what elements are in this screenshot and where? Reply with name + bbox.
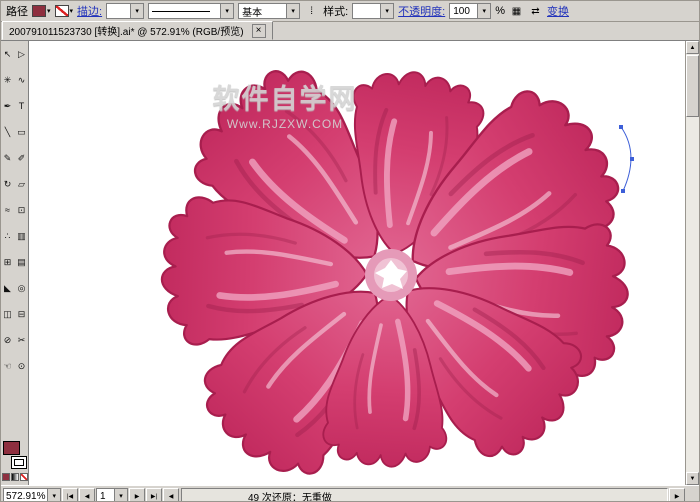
scroll-up-button[interactable]: ▲ bbox=[686, 41, 699, 54]
grid-icon[interactable]: ▦ bbox=[509, 4, 524, 19]
opacity-combo[interactable]: 100 ▾ bbox=[449, 3, 491, 19]
appearance-combo[interactable]: 基本 ▾ bbox=[238, 3, 300, 19]
gradient-mode-button[interactable] bbox=[11, 473, 19, 481]
swap-icon[interactable]: ⇄ bbox=[528, 4, 543, 19]
stroke-color-control[interactable]: ▾ bbox=[55, 5, 74, 17]
page-number-value: 1 bbox=[97, 491, 114, 502]
none-mode-button[interactable] bbox=[20, 473, 28, 481]
vertical-scrollbar[interactable]: ▲ ▼ bbox=[685, 41, 699, 485]
brush-definition-combo[interactable]: ▾ bbox=[148, 3, 234, 19]
pencil-tool[interactable]: ✐ bbox=[15, 145, 29, 171]
mesh-tool[interactable]: ⊞ bbox=[1, 249, 15, 275]
zoom-level-value: 572.91% bbox=[4, 491, 47, 502]
anchor-point[interactable] bbox=[619, 125, 623, 129]
illustrator-window: 路径 ▾ ▾ 描边: ▾ ▾ 基本 ▾ ⁞ 样式: ▾ 不透明度: 10 bbox=[0, 0, 700, 502]
magic-wand-tool[interactable]: ✳ bbox=[1, 67, 15, 93]
close-tab-button[interactable]: × bbox=[252, 24, 266, 38]
opacity-value: 100 bbox=[450, 6, 477, 17]
anchor-point[interactable] bbox=[630, 157, 634, 161]
stroke-weight-dropdown-arrow[interactable]: ▾ bbox=[130, 4, 143, 18]
paintbrush-tool[interactable]: ✎ bbox=[1, 145, 15, 171]
stroke-dropdown-arrow[interactable]: ▾ bbox=[70, 8, 74, 15]
type-tool[interactable]: T bbox=[15, 93, 29, 119]
last-page-button[interactable]: ▶| bbox=[146, 488, 162, 502]
brush-definition-dropdown-arrow[interactable]: ▾ bbox=[220, 4, 233, 18]
style-label: 样式: bbox=[323, 3, 348, 19]
selection-tool[interactable]: ↖ bbox=[1, 41, 15, 67]
rectangle-tool[interactable]: ▭ bbox=[15, 119, 29, 145]
zoom-tool[interactable]: ⊙ bbox=[15, 353, 29, 379]
appearance-dropdown-arrow[interactable]: ▾ bbox=[286, 4, 299, 18]
status-bar: 572.91% ▾ |◀ ◀ 1 ▾ ▶ ▶| ◀ 49 次还原：无重做 ▶ bbox=[1, 485, 699, 502]
fill-color-swatch[interactable] bbox=[32, 5, 46, 17]
scrollbar-corner bbox=[685, 487, 699, 502]
hscroll-left-button[interactable]: ◀ bbox=[163, 488, 179, 502]
zoom-level-combo[interactable]: 572.91% ▾ bbox=[3, 488, 61, 502]
transform-panel-link[interactable]: 变换 bbox=[547, 3, 569, 19]
live-paint-selection-tool[interactable]: ⊟ bbox=[15, 301, 29, 327]
blend-tool[interactable]: ◎ bbox=[15, 275, 29, 301]
color-mode-button[interactable] bbox=[2, 473, 10, 481]
previous-page-button[interactable]: ◀ bbox=[79, 488, 95, 502]
stroke-panel-link[interactable]: 描边: bbox=[77, 3, 102, 19]
fill-stroke-indicator[interactable] bbox=[2, 440, 28, 470]
options-dots-icon[interactable]: ⁞ bbox=[304, 4, 319, 19]
hand-tool[interactable]: ☜ bbox=[1, 353, 15, 379]
horizontal-scrollbar-track[interactable]: 49 次还原：无重做 bbox=[181, 488, 668, 502]
free-transform-tool[interactable]: ⊡ bbox=[15, 197, 29, 223]
stroke-color-swatch[interactable] bbox=[55, 5, 69, 17]
scale-tool[interactable]: ▱ bbox=[15, 171, 29, 197]
rotate-tool[interactable]: ↻ bbox=[1, 171, 15, 197]
gradient-tool[interactable]: ▤ bbox=[15, 249, 29, 275]
pen-tool[interactable]: ✒ bbox=[1, 93, 15, 119]
artboard-canvas[interactable]: 软件自学网 Www.RJZXW.COM bbox=[29, 41, 685, 485]
next-page-button[interactable]: ▶ bbox=[129, 488, 145, 502]
document-tab[interactable]: 200791011523730 [转换].ai* @ 572.91% (RGB/… bbox=[2, 21, 273, 40]
warp-tool[interactable]: ≈ bbox=[1, 197, 15, 223]
slice-tool[interactable]: ⊘ bbox=[1, 327, 15, 353]
page-number-field[interactable]: 1 ▾ bbox=[96, 488, 128, 502]
live-paint-bucket-tool[interactable]: ◫ bbox=[1, 301, 15, 327]
eyedropper-tool[interactable]: ◣ bbox=[1, 275, 15, 301]
graph-tool[interactable]: ▥ bbox=[15, 223, 29, 249]
hscroll-right-button[interactable]: ▶ bbox=[669, 488, 685, 502]
flower[interactable] bbox=[160, 50, 639, 485]
fill-color-control[interactable]: ▾ bbox=[32, 5, 51, 17]
undo-status-text: 49 次还原：无重做 bbox=[182, 489, 332, 502]
brush-definition-value bbox=[149, 11, 220, 12]
stroke-weight-combo[interactable]: ▾ bbox=[106, 3, 144, 19]
flower-artwork bbox=[29, 41, 685, 485]
document-title: 200791011523730 [转换].ai* @ 572.91% (RGB/… bbox=[9, 23, 244, 38]
symbol-sprayer-tool[interactable]: ∴ bbox=[1, 223, 15, 249]
appearance-value: 基本 bbox=[239, 4, 286, 19]
zoom-dropdown-arrow[interactable]: ▾ bbox=[47, 489, 60, 502]
percent-label: % bbox=[495, 5, 505, 17]
stroke-swatch[interactable] bbox=[11, 456, 27, 469]
opacity-panel-link[interactable]: 不透明度: bbox=[398, 3, 445, 19]
document-tab-bar: 200791011523730 [转换].ai* @ 572.91% (RGB/… bbox=[1, 22, 699, 41]
anchor-point[interactable] bbox=[621, 189, 625, 193]
brush-stroke-preview bbox=[152, 11, 210, 12]
main-area: ↖ ▷ ✳ ∿ ✒ T ╲ ▭ ✎ ✐ ↻ ▱ ≈ ⊡ ∴ ▥ ⊞ ▤ ◣ ◎ bbox=[1, 41, 699, 485]
selected-path-segment[interactable] bbox=[621, 127, 631, 191]
lasso-tool[interactable]: ∿ bbox=[15, 67, 29, 93]
paint-mode-buttons bbox=[2, 473, 28, 481]
style-combo[interactable]: ▾ bbox=[352, 3, 394, 19]
control-bar: 路径 ▾ ▾ 描边: ▾ ▾ 基本 ▾ ⁞ 样式: ▾ 不透明度: 10 bbox=[1, 1, 699, 22]
object-type-label: 路径 bbox=[6, 3, 28, 19]
line-segment-tool[interactable]: ╲ bbox=[1, 119, 15, 145]
page-dropdown-arrow[interactable]: ▾ bbox=[114, 489, 127, 502]
fill-swatch[interactable] bbox=[3, 441, 20, 455]
scissors-tool[interactable]: ✂ bbox=[15, 327, 29, 353]
direct-selection-tool[interactable]: ▷ bbox=[15, 41, 29, 67]
toolbox: ↖ ▷ ✳ ∿ ✒ T ╲ ▭ ✎ ✐ ↻ ▱ ≈ ⊡ ∴ ▥ ⊞ ▤ ◣ ◎ bbox=[1, 41, 29, 485]
selection-anchors[interactable] bbox=[619, 125, 634, 193]
scroll-down-button[interactable]: ▼ bbox=[686, 472, 699, 485]
fill-dropdown-arrow[interactable]: ▾ bbox=[47, 8, 51, 15]
vertical-scroll-thumb[interactable] bbox=[686, 55, 699, 117]
style-dropdown-arrow[interactable]: ▾ bbox=[380, 4, 393, 18]
opacity-dropdown-arrow[interactable]: ▾ bbox=[477, 4, 490, 18]
first-page-button[interactable]: |◀ bbox=[62, 488, 78, 502]
tool-grid: ↖ ▷ ✳ ∿ ✒ T ╲ ▭ ✎ ✐ ↻ ▱ ≈ ⊡ ∴ ▥ ⊞ ▤ ◣ ◎ bbox=[1, 41, 29, 379]
